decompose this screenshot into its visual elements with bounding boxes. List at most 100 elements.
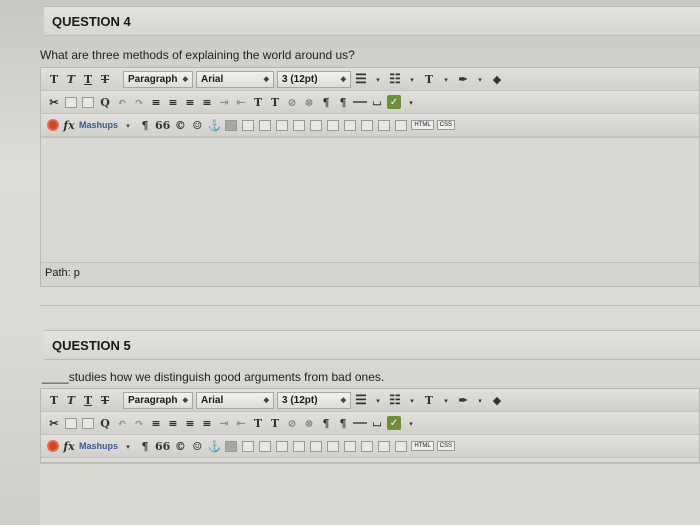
paragraph-select[interactable]: Paragraph ◆ xyxy=(123,70,193,88)
underline-button[interactable]: T xyxy=(81,71,95,87)
copyright-button[interactable]: © xyxy=(173,117,187,133)
dropdown-icon[interactable]: ▾ xyxy=(439,71,453,87)
css-button[interactable]: CSS xyxy=(436,441,456,451)
table-merge-icon[interactable] xyxy=(293,440,306,452)
find-icon[interactable]: Q xyxy=(98,94,112,110)
link-icon[interactable]: ⊘ xyxy=(285,415,299,431)
numbered-list-icon[interactable]: ☷ xyxy=(388,71,402,87)
copy-icon[interactable] xyxy=(65,417,77,429)
superscript-button[interactable]: T xyxy=(251,415,265,431)
dropdown-icon[interactable]: ▾ xyxy=(473,392,487,408)
dropdown-icon[interactable]: ▾ xyxy=(405,71,419,87)
insert-col-icon[interactable] xyxy=(378,119,391,131)
find-icon[interactable]: Q xyxy=(98,415,112,431)
link-icon[interactable]: ⊘ xyxy=(285,94,299,110)
copyright-button[interactable]: © xyxy=(173,438,187,454)
table-row-icon[interactable] xyxy=(242,440,255,452)
formula-icon[interactable]: fx xyxy=(62,438,76,454)
indent-icon[interactable]: ⇥ xyxy=(217,415,231,431)
spellcheck-icon[interactable]: ✓ xyxy=(387,416,401,430)
table-icon[interactable] xyxy=(225,440,238,452)
css-button[interactable]: CSS xyxy=(436,120,456,130)
undo-icon[interactable]: ↶ xyxy=(115,415,129,431)
table-cell-icon[interactable] xyxy=(276,440,289,452)
cut-icon[interactable]: ✂ xyxy=(47,415,61,431)
font-select[interactable]: Arial ◆ xyxy=(196,391,274,409)
bullet-list-icon[interactable]: ☰ xyxy=(354,392,368,408)
align-justify-icon[interactable]: ≡ xyxy=(200,94,214,110)
table-merge-icon[interactable] xyxy=(293,119,306,131)
formula-icon[interactable]: fx xyxy=(62,117,76,133)
font-select[interactable]: Arial ◆ xyxy=(196,70,274,88)
emoticon-icon[interactable]: ☺ xyxy=(190,438,204,454)
superscript-button[interactable]: T xyxy=(251,94,265,110)
blockquote-button[interactable]: 66 xyxy=(155,438,170,454)
align-left-icon[interactable]: ≡ xyxy=(149,415,163,431)
html-button[interactable]: HTML xyxy=(411,120,434,130)
bold-button[interactable]: T xyxy=(47,71,61,87)
table-split-icon[interactable] xyxy=(310,440,323,452)
size-select[interactable]: 3 (12pt) ◆ xyxy=(277,391,351,409)
dropdown-icon[interactable]: ▾ xyxy=(405,392,419,408)
unlink-icon[interactable]: ⊗ xyxy=(302,94,316,110)
italic-button[interactable]: T xyxy=(64,71,78,87)
text-color-button[interactable]: T xyxy=(422,392,436,408)
table-delete-icon[interactable] xyxy=(344,119,357,131)
table-split-icon[interactable] xyxy=(310,119,323,131)
dropdown-icon[interactable]: ▾ xyxy=(404,415,418,431)
anchor-icon[interactable]: ⚓ xyxy=(207,438,221,454)
table-props-icon[interactable] xyxy=(327,440,340,452)
preview-icon[interactable] xyxy=(395,119,408,131)
table-cell-icon[interactable] xyxy=(276,119,289,131)
dropdown-icon[interactable]: ▾ xyxy=(439,392,453,408)
table-col-icon[interactable] xyxy=(259,440,272,452)
unlink-icon[interactable]: ⊗ xyxy=(302,415,316,431)
rtl-icon[interactable]: ¶ xyxy=(336,415,350,431)
ltr-icon[interactable]: ¶ xyxy=(319,94,333,110)
italic-button[interactable]: T xyxy=(64,392,78,408)
nonbreaking-space-icon[interactable]: ⌴ xyxy=(370,415,384,431)
align-center-icon[interactable]: ≡ xyxy=(166,94,180,110)
align-right-icon[interactable]: ≡ xyxy=(183,415,197,431)
table-row-icon[interactable] xyxy=(242,119,255,131)
undo-icon[interactable]: ↶ xyxy=(115,94,129,110)
strikethrough-button[interactable]: T xyxy=(98,392,112,408)
strikethrough-button[interactable]: T xyxy=(98,71,112,87)
insert-col-icon[interactable] xyxy=(378,440,391,452)
preview-icon[interactable] xyxy=(395,440,408,452)
outdent-icon[interactable]: ⇤ xyxy=(234,415,248,431)
dropdown-icon[interactable]: ▾ xyxy=(121,117,135,133)
redo-icon[interactable]: ↷ xyxy=(132,415,146,431)
cut-icon[interactable]: ✂ xyxy=(47,94,61,110)
blockquote-button[interactable]: 66 xyxy=(155,117,170,133)
rtl-icon[interactable]: ¶ xyxy=(336,94,350,110)
paragraph-mark-button[interactable]: ¶ xyxy=(138,438,152,454)
subscript-button[interactable]: T xyxy=(268,415,282,431)
align-center-icon[interactable]: ≡ xyxy=(166,415,180,431)
dropdown-icon[interactable]: ▾ xyxy=(473,71,487,87)
horizontal-rule-icon[interactable] xyxy=(353,422,367,424)
align-left-icon[interactable]: ≡ xyxy=(149,94,163,110)
outdent-icon[interactable]: ⇤ xyxy=(234,94,248,110)
paragraph-mark-button[interactable]: ¶ xyxy=(138,117,152,133)
emoticon-icon[interactable]: ☺ xyxy=(190,117,204,133)
ltr-icon[interactable]: ¶ xyxy=(319,415,333,431)
eraser-icon[interactable]: ◆ xyxy=(490,71,504,87)
text-color-button[interactable]: T xyxy=(422,71,436,87)
eraser-icon[interactable]: ◆ xyxy=(490,392,504,408)
table-delete-icon[interactable] xyxy=(344,440,357,452)
spellcheck-icon[interactable]: ✓ xyxy=(387,95,401,109)
question-5-answer-area[interactable] xyxy=(40,463,700,525)
question-4-answer-area[interactable] xyxy=(41,137,699,262)
redo-icon[interactable]: ↷ xyxy=(132,94,146,110)
highlight-pen-icon[interactable]: ✒ xyxy=(456,392,470,408)
align-justify-icon[interactable]: ≡ xyxy=(200,415,214,431)
indent-icon[interactable]: ⇥ xyxy=(217,94,231,110)
dropdown-icon[interactable]: ▾ xyxy=(404,94,418,110)
insert-row-icon[interactable] xyxy=(361,119,374,131)
highlight-pen-icon[interactable]: ✒ xyxy=(456,71,470,87)
dropdown-icon[interactable]: ▾ xyxy=(371,392,385,408)
numbered-list-icon[interactable]: ☷ xyxy=(388,392,402,408)
nonbreaking-space-icon[interactable]: ⌴ xyxy=(370,94,384,110)
table-icon[interactable] xyxy=(225,119,238,131)
